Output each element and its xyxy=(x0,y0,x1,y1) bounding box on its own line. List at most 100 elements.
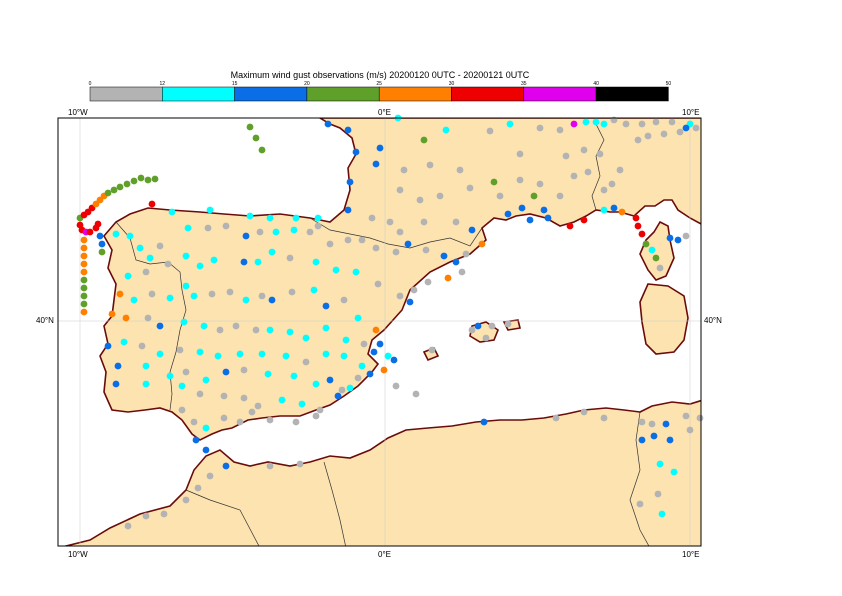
observation-dot xyxy=(312,412,320,420)
observation-dot xyxy=(80,252,88,260)
colorbar-segment xyxy=(523,86,597,102)
observation-dot xyxy=(644,132,652,140)
observation-dot xyxy=(536,124,544,132)
observation-dot xyxy=(638,436,646,444)
observation-dot xyxy=(622,120,630,128)
observation-dot xyxy=(468,226,476,234)
observation-dot xyxy=(226,288,234,296)
observation-dot xyxy=(196,348,204,356)
observation-dot xyxy=(98,248,106,256)
observation-dot xyxy=(488,322,496,330)
observation-dot xyxy=(148,200,156,208)
observation-dot xyxy=(584,168,592,176)
observation-dot xyxy=(360,340,368,348)
observation-dot xyxy=(384,352,392,360)
observation-dot xyxy=(202,446,210,454)
observation-dot xyxy=(94,220,102,228)
observation-dot xyxy=(190,418,198,426)
observation-dot xyxy=(670,468,678,476)
observation-dot xyxy=(248,408,256,416)
observation-dot xyxy=(404,240,412,248)
top-lon-label-3: 10°E xyxy=(682,108,700,117)
observation-dot xyxy=(176,346,184,354)
observation-dot xyxy=(642,240,650,248)
observation-dot xyxy=(178,382,186,390)
observation-dot xyxy=(80,292,88,300)
observation-dot xyxy=(638,230,646,238)
observation-dot xyxy=(344,236,352,244)
bottom-lon-label-2: 0°E xyxy=(378,550,391,559)
observation-dot xyxy=(632,214,640,222)
observation-dot xyxy=(618,208,626,216)
observation-dot xyxy=(288,288,296,296)
observation-dot xyxy=(570,120,578,128)
observation-dot xyxy=(652,254,660,262)
observation-dot xyxy=(366,370,374,378)
observation-dot xyxy=(648,246,656,254)
observation-dot xyxy=(696,414,704,422)
observation-dot xyxy=(406,298,414,306)
observation-dot xyxy=(80,268,88,276)
observation-dot xyxy=(122,314,130,322)
observation-dot xyxy=(660,130,668,138)
observation-dot xyxy=(120,338,128,346)
top-lon-label-2: 0°E xyxy=(378,108,391,117)
observation-dot xyxy=(392,382,400,390)
observation-dot xyxy=(396,292,404,300)
observation-dot xyxy=(202,424,210,432)
observation-dot xyxy=(266,326,274,334)
observation-dot xyxy=(358,362,366,370)
observation-dot xyxy=(256,228,264,236)
observation-dot xyxy=(396,186,404,194)
observation-dot xyxy=(392,248,400,256)
observation-dot xyxy=(116,183,124,191)
observation-dot xyxy=(144,314,152,322)
observation-dot xyxy=(334,392,342,400)
observation-dot xyxy=(130,177,138,185)
colorbar-segment xyxy=(378,86,452,102)
observation-dot xyxy=(648,420,656,428)
colorbar-segment xyxy=(306,86,380,102)
observation-dot xyxy=(504,210,512,218)
observation-dot xyxy=(616,166,624,174)
observation-dot xyxy=(480,418,488,426)
observation-dot xyxy=(482,334,490,342)
observation-dot xyxy=(246,123,254,131)
observation-dot xyxy=(354,314,362,322)
observation-dot xyxy=(504,320,512,328)
observation-dot xyxy=(580,216,588,224)
observation-dot xyxy=(210,256,218,264)
observation-dot xyxy=(80,244,88,252)
observation-dot xyxy=(192,436,200,444)
observation-dot xyxy=(214,352,222,360)
observation-dot xyxy=(302,334,310,342)
observation-dot xyxy=(123,180,131,188)
observation-dot xyxy=(436,192,444,200)
observation-dot xyxy=(474,322,482,330)
observation-dot xyxy=(206,472,214,480)
observation-dot xyxy=(264,370,272,378)
observation-dot xyxy=(151,175,159,183)
observation-dot xyxy=(428,346,436,354)
observation-dot xyxy=(296,460,304,468)
observation-dot xyxy=(368,214,376,222)
observation-dot xyxy=(490,178,498,186)
observation-dot xyxy=(196,390,204,398)
observation-dot xyxy=(146,254,154,262)
observation-dot xyxy=(168,208,176,216)
observation-dot xyxy=(166,372,174,380)
colorbar-segment xyxy=(595,86,669,102)
observation-dot xyxy=(422,246,430,254)
observation-dot xyxy=(314,222,322,230)
observation-dot xyxy=(142,380,150,388)
observation-dot xyxy=(306,228,314,236)
observation-dot xyxy=(340,296,348,304)
observation-dot xyxy=(112,230,120,238)
observation-dot xyxy=(142,268,150,276)
observation-dot xyxy=(80,300,88,308)
observation-dot xyxy=(298,400,306,408)
observation-dot xyxy=(252,326,260,334)
colorbar-tick-label: 25 xyxy=(376,81,382,87)
observation-dot xyxy=(236,350,244,358)
observation-dot xyxy=(292,418,300,426)
